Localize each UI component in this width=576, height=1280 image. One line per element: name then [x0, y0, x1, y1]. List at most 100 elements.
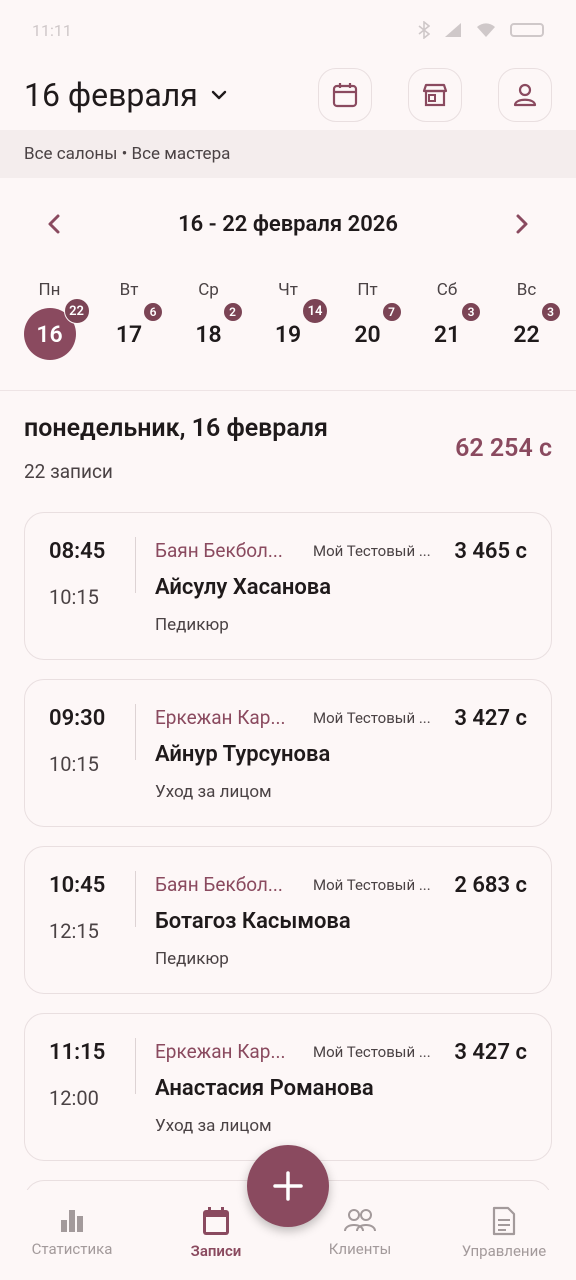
time-divider: [135, 871, 136, 927]
appointment-count-badge: 22: [63, 298, 90, 324]
add-appointment-button[interactable]: [247, 1145, 329, 1227]
app-header: 16 февраля: [0, 60, 576, 130]
calendar-button[interactable]: [318, 68, 372, 122]
price: 3 427 с: [454, 706, 527, 731]
service-name: Педикюр: [155, 615, 229, 635]
master-name: Баян Бекбол...: [155, 873, 283, 896]
start-time: 11:15: [49, 1040, 106, 1065]
wifi-icon: [477, 23, 495, 37]
end-time: 12:15: [49, 919, 99, 943]
people-icon: [344, 1209, 376, 1232]
week-days: Пн 16 22 Вт 17 6 Ср 18 2 Чт 19 14 Пт 20 7 Сб …: [10, 272, 566, 372]
day-number: 16: [36, 320, 63, 348]
week-range: 16 - 22 февраля 2026: [178, 211, 398, 237]
salon-button[interactable]: [408, 68, 462, 122]
filter-bar[interactable]: Все салоны • Все мастера: [0, 130, 576, 178]
day-number: 21: [433, 320, 461, 348]
status-time: 11:11: [32, 20, 72, 40]
appointment-card[interactable]: 08:45 10:15 Баян Бекбол... Мой Тестовый …: [24, 512, 552, 660]
status-icons: [418, 21, 544, 39]
appointment-count-badge: 2: [222, 302, 243, 322]
page-title: 16 февраля: [24, 76, 198, 114]
time-divider: [135, 537, 136, 593]
day-number: 19: [274, 320, 302, 348]
day-fri[interactable]: Пт 20 7: [328, 272, 407, 372]
weekday-label: Сб: [436, 280, 458, 300]
end-time: 10:15: [49, 585, 99, 609]
day-sun[interactable]: Вс 22 3: [487, 272, 566, 372]
nav-label: Клиенты: [328, 1240, 392, 1258]
profile-button[interactable]: [498, 68, 552, 122]
day-summary: понедельник, 16 февраля 22 записи 62 254…: [24, 414, 552, 494]
salon-name: Мой Тестовый ...: [313, 1043, 431, 1061]
day-total: 62 254 с: [455, 434, 552, 463]
weekday-label: Вт: [119, 280, 139, 300]
calendar-icon: [203, 1207, 229, 1235]
appointment-count: 22 записи: [24, 460, 113, 483]
week-navigator: 16 - 22 февраля 2026: [0, 196, 576, 252]
nav-label: Записи: [190, 1242, 242, 1260]
chevron-down-icon: [211, 90, 227, 100]
plus-icon: [273, 1171, 303, 1201]
salon-name: Мой Тестовый ...: [313, 876, 431, 894]
end-time: 10:15: [49, 752, 99, 776]
start-time: 09:30: [49, 706, 106, 731]
signal-icon: [445, 23, 461, 37]
date-picker-toggle[interactable]: 16 февраля: [24, 76, 228, 114]
start-time: 10:45: [49, 873, 106, 898]
appointment-card[interactable]: 11:15 12:00 Еркежан Кар... Мой Тестовый …: [24, 1013, 552, 1161]
chevron-right-icon[interactable]: [512, 212, 532, 236]
store-icon: [422, 83, 448, 107]
client-name: Ботагоз Касымова: [155, 909, 351, 934]
status-bar: 11:11: [0, 0, 576, 60]
time-divider: [135, 704, 136, 760]
weekday-label: Пн: [38, 280, 61, 300]
document-icon: [492, 1206, 516, 1236]
appointment-card[interactable]: 09:30 10:15 Еркежан Кар... Мой Тестовый …: [24, 679, 552, 827]
weekday-label: Чт: [278, 280, 298, 300]
day-mon[interactable]: Пн 16 22: [10, 272, 90, 372]
appointment-count-badge: 3: [461, 302, 481, 322]
nav-statistics[interactable]: Статистика: [0, 1190, 144, 1280]
appointment-count-badge: 14: [302, 298, 328, 324]
bar-chart-icon: [61, 1210, 83, 1232]
chevron-left-icon[interactable]: [44, 212, 64, 236]
bluetooth-icon: [418, 21, 430, 39]
end-time: 12:00: [49, 1086, 99, 1110]
client-name: Айнур Турсунова: [155, 742, 331, 767]
master-name: Еркежан Кар...: [155, 1040, 286, 1063]
filter-text: Все салоны • Все мастера: [24, 144, 231, 164]
price: 3 465 с: [454, 539, 527, 564]
day-sat[interactable]: Сб 21 3: [408, 272, 487, 372]
price: 2 683 с: [454, 873, 527, 898]
appointment-card[interactable]: 10:45 12:15 Баян Бекбол... Мой Тестовый …: [24, 846, 552, 994]
price: 3 427 с: [454, 1040, 527, 1065]
day-tue[interactable]: Вт 17 6: [90, 272, 169, 372]
service-name: Педикюр: [155, 949, 229, 969]
day-number: 22: [513, 320, 540, 348]
day-number: 18: [195, 320, 222, 348]
divider: [0, 390, 576, 391]
nav-management[interactable]: Управление: [432, 1190, 576, 1280]
salon-name: Мой Тестовый ...: [313, 542, 431, 560]
start-time: 08:45: [49, 539, 106, 564]
client-name: Анастасия Романова: [155, 1076, 374, 1101]
service-name: Уход за лицом: [155, 1116, 272, 1136]
appointment-list: 08:45 10:15 Баян Бекбол... Мой Тестовый …: [24, 512, 552, 1239]
weekday-label: Ср: [198, 280, 219, 300]
nav-label: Статистика: [31, 1240, 113, 1258]
battery-icon: [510, 23, 544, 37]
day-wed[interactable]: Ср 18 2: [169, 272, 248, 372]
weekday-label: Пт: [357, 280, 378, 300]
person-icon: [513, 83, 537, 107]
master-name: Еркежан Кар...: [155, 706, 286, 729]
appointment-count-badge: 7: [381, 302, 402, 322]
salon-name: Мой Тестовый ...: [313, 709, 431, 727]
nav-label: Управление: [461, 1242, 547, 1260]
time-divider: [135, 1038, 136, 1094]
day-thu[interactable]: Чт 19 14: [249, 272, 328, 372]
appointment-count-badge: 6: [143, 302, 163, 322]
day-number: 17: [115, 320, 143, 348]
master-name: Баян Бекбол...: [155, 539, 283, 562]
day-number: 20: [354, 320, 381, 348]
